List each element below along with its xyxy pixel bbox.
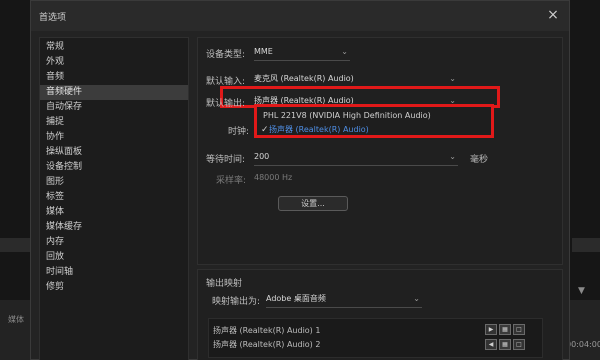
sidebar-item-autosave[interactable]: 自动保存 (40, 100, 188, 115)
latency-value: 200 (254, 152, 270, 161)
chevron-down-icon: ⌄ (449, 74, 456, 83)
play-icon[interactable]: ▶ (485, 324, 497, 335)
map-output-value: Adobe 桌面音频 (266, 294, 326, 303)
close-icon[interactable]: × (545, 7, 561, 23)
settings-button[interactable]: 设置... (278, 196, 348, 211)
sidebar-item-collaboration[interactable]: 协作 (40, 130, 188, 145)
default-output-label: 默认输出: (206, 99, 246, 109)
sidebar-item-media[interactable]: 媒体 (40, 205, 188, 220)
title-bar: 首选项 × (31, 1, 569, 31)
background-bottom-right (570, 300, 600, 360)
latency-label: 等待时间: (206, 155, 246, 165)
output-mapping-title: 输出映射 (206, 279, 243, 289)
background-timecode: 00:04:00 (566, 340, 600, 349)
default-input-value: 麦克风 (Realtek(R) Audio) (254, 74, 354, 83)
check-icon: ✓ (261, 125, 269, 135)
map-output-label: 映射输出为: (212, 297, 261, 307)
sidebar-item-capture[interactable]: 捕捉 (40, 115, 188, 130)
sidebar-item-labels[interactable]: 标签 (40, 190, 188, 205)
sidebar-item-audio-hardware[interactable]: 音频硬件 (40, 85, 188, 100)
sample-rate-label: 采样率: (216, 176, 247, 186)
sidebar-item-media-cache[interactable]: 媒体缓存 (40, 220, 188, 235)
chevron-down-icon: ⌄ (341, 47, 348, 56)
latency-unit: 毫秒 (470, 155, 489, 165)
grid-icon[interactable]: ▦ (499, 339, 511, 350)
chevron-down-icon: ⌄ (413, 294, 420, 303)
sidebar-item-playback[interactable]: 回放 (40, 250, 188, 265)
channel-row-2-label[interactable]: 扬声器 (Realtek(R) Audio) 2 (213, 339, 320, 350)
sidebar-item-audio[interactable]: 音频 (40, 70, 188, 85)
default-output-dropdown: PHL 221V8 (NVIDIA High Definition Audio)… (254, 104, 494, 138)
sidebar-item-control-surface[interactable]: 操纵面板 (40, 145, 188, 160)
dropdown-option-phl[interactable]: PHL 221V8 (NVIDIA High Definition Audio) (263, 109, 431, 123)
device-type-label: 设备类型: (206, 50, 246, 60)
background-media-label: 媒体 (8, 315, 24, 324)
default-input-select[interactable]: 麦克风 (Realtek(R) Audio) ⌄ (254, 72, 458, 86)
background-bottom-left (0, 300, 30, 360)
sidebar-item-trim[interactable]: 修剪 (40, 280, 188, 295)
dialog-title: 首选项 (39, 13, 67, 23)
output-channel-list: 扬声器 (Realtek(R) Audio) 1 扬声器 (Realtek(R)… (208, 318, 543, 358)
sidebar-item-general[interactable]: 常规 (40, 40, 188, 55)
channel-row-1-label[interactable]: 扬声器 (Realtek(R) Audio) 1 (213, 325, 320, 336)
preferences-dialog: 首选项 × 常规 外观 音频 音频硬件 自动保存 捕捉 协作 操纵面板 设备控制… (30, 0, 570, 360)
chevron-down-icon: ⌄ (449, 152, 456, 161)
device-type-select[interactable]: MME ⌄ (254, 45, 350, 59)
dropdown-option-speaker[interactable]: ✓ 扬声器 (Realtek(R) Audio) (261, 123, 369, 137)
preferences-sidebar: 常规 外观 音频 音频硬件 自动保存 捕捉 协作 操纵面板 设备控制 图形 标签… (39, 37, 189, 360)
sidebar-item-timeline[interactable]: 时间轴 (40, 265, 188, 280)
dropdown-option-speaker-label: 扬声器 (Realtek(R) Audio) (269, 125, 369, 134)
map-output-select[interactable]: Adobe 桌面音频 ⌄ (266, 292, 422, 306)
speaker-icon[interactable]: ◀ (485, 339, 497, 350)
latency-select[interactable]: 200 ⌄ (254, 150, 458, 164)
clock-label: 时钟: (228, 127, 250, 137)
map-output-underline (266, 307, 422, 308)
background-strip-right (572, 238, 600, 252)
sidebar-item-device-control[interactable]: 设备控制 (40, 160, 188, 175)
sample-rate-value: 48000 Hz (254, 173, 293, 182)
square-icon[interactable]: □ (513, 339, 525, 350)
background-strip-left (0, 238, 30, 252)
device-type-value: MME (254, 47, 273, 56)
sidebar-item-memory[interactable]: 内存 (40, 235, 188, 250)
grid-icon[interactable]: ▦ (499, 324, 511, 335)
device-type-underline (254, 60, 350, 61)
audio-hardware-panel: 设备类型: MME ⌄ 默认输入: 麦克风 (Realtek(R) Audio)… (197, 37, 563, 265)
output-mapping-panel: 输出映射 映射输出为: Adobe 桌面音频 ⌄ 扬声器 (Realtek(R)… (197, 269, 563, 360)
caret-down-icon: ▼ (578, 286, 585, 296)
sidebar-item-graphics[interactable]: 图形 (40, 175, 188, 190)
latency-underline (254, 165, 458, 166)
sidebar-item-appearance[interactable]: 外观 (40, 55, 188, 70)
square-icon[interactable]: □ (513, 324, 525, 335)
